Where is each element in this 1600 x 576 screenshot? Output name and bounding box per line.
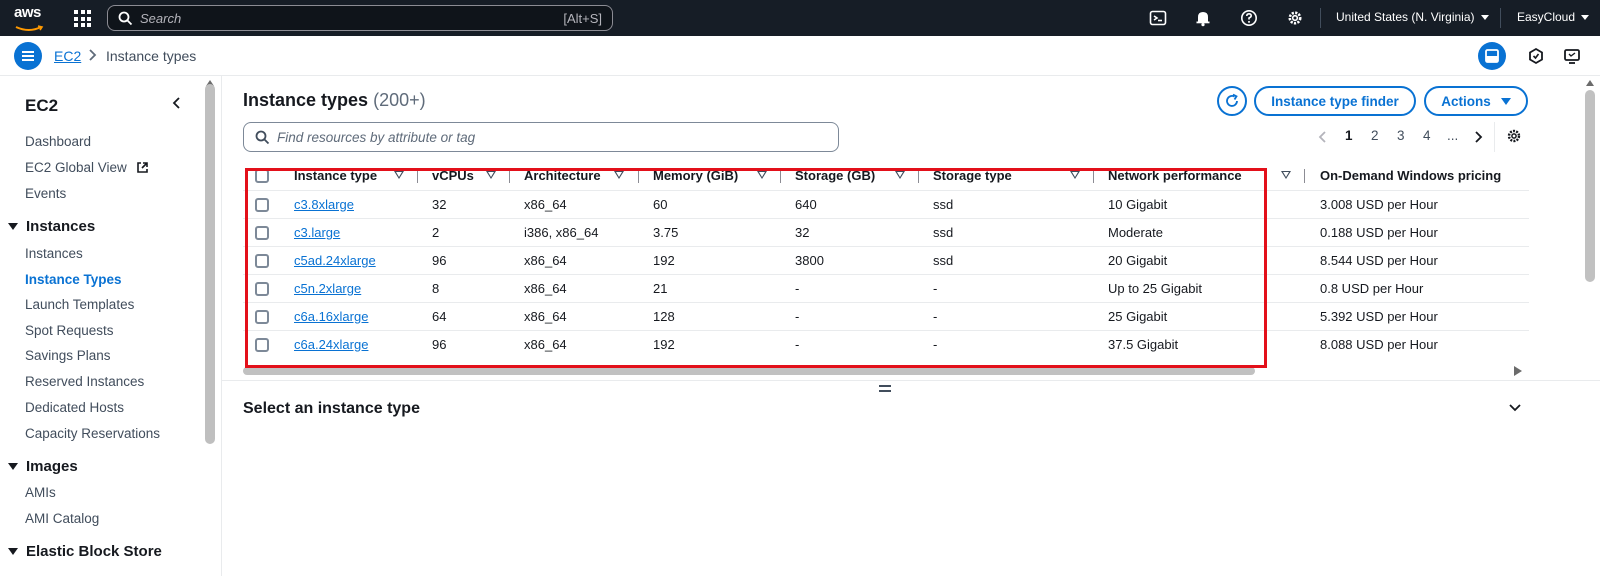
- topbar-divider: [1320, 8, 1321, 28]
- top-navigation-bar: aws Search [Alt+S] United States (N. Vir…: [0, 0, 1600, 36]
- page-ellipsis: ...: [1447, 128, 1459, 143]
- split-panel-icon: [1485, 49, 1499, 63]
- cell-pricing: 0.188 USD per Hour: [1320, 225, 1438, 240]
- sidebar-item-savings-plans[interactable]: Savings Plans: [25, 348, 111, 363]
- split-panel-resize-handle[interactable]: [879, 385, 891, 393]
- page-1[interactable]: 1: [1345, 128, 1353, 143]
- sidebar-scrollbar[interactable]: [205, 84, 215, 444]
- actions-label: Actions: [1441, 93, 1491, 109]
- sidebar-close-icon[interactable]: [170, 96, 184, 110]
- page-title: Instance types (200+): [243, 90, 426, 111]
- aws-smile-icon: [15, 25, 44, 31]
- region-selector[interactable]: United States (N. Virginia): [1336, 10, 1489, 24]
- table-horizontal-scrollbar[interactable]: [243, 367, 1255, 375]
- aws-logo-text: aws: [14, 4, 41, 21]
- page-scroll-up-arrow[interactable]: [1586, 80, 1594, 86]
- topbar-divider: [1500, 8, 1501, 28]
- sidebar-section-label: Instances: [26, 218, 96, 235]
- chevron-down-icon[interactable]: [1508, 402, 1522, 414]
- main-content: Instance types (200+) Instance type find…: [222, 76, 1600, 576]
- filter-placeholder: Find resources by attribute or tag: [277, 130, 476, 145]
- side-navigation: EC2 Dashboard EC2 Global View Events Ins…: [0, 76, 222, 576]
- column-header-on-demand-windows-pricing[interactable]: On-Demand Windows pricing: [1320, 164, 1501, 188]
- global-search-input[interactable]: Search [Alt+S]: [107, 5, 613, 31]
- search-shortcut: [Alt+S]: [563, 11, 602, 26]
- settings-gear-icon[interactable]: [1286, 9, 1304, 27]
- external-link-icon: [136, 162, 148, 173]
- split-panel-divider: [222, 380, 1600, 381]
- caret-down-icon: [1581, 15, 1590, 21]
- sidebar-section-instances[interactable]: Instances: [8, 218, 95, 235]
- split-panel-toggle-button[interactable]: [1478, 42, 1506, 70]
- next-page-icon[interactable]: [1473, 130, 1483, 144]
- pagination-divider: [1494, 122, 1495, 152]
- services-grid-icon[interactable]: [74, 10, 91, 27]
- sidebar-item-reserved-instances[interactable]: Reserved Instances: [25, 374, 144, 389]
- account-menu[interactable]: EasyCloud: [1517, 10, 1590, 24]
- column-resizer[interactable]: [1304, 169, 1305, 183]
- sidebar-item-dashboard[interactable]: Dashboard: [25, 134, 91, 149]
- sidebar-item-ami-catalog[interactable]: AMI Catalog: [25, 511, 99, 526]
- search-icon: [118, 11, 133, 26]
- horizontal-scroll-right-arrow[interactable]: [1514, 366, 1522, 376]
- instance-type-finder-button[interactable]: Instance type finder: [1254, 86, 1416, 116]
- cloudshell-icon[interactable]: [1149, 9, 1167, 27]
- highlight-box: [245, 168, 1267, 368]
- page-3[interactable]: 3: [1397, 128, 1405, 143]
- resource-count: (200+): [373, 90, 426, 110]
- sidebar-item-amis[interactable]: AMIs: [25, 485, 56, 500]
- cell-pricing: 8.088 USD per Hour: [1320, 337, 1438, 352]
- help-icon[interactable]: [1240, 9, 1258, 27]
- sidebar-section-label: Images: [26, 458, 78, 475]
- refresh-icon: [1226, 93, 1238, 107]
- page-vertical-scrollbar[interactable]: [1585, 90, 1595, 282]
- sidebar-title[interactable]: EC2: [25, 96, 58, 116]
- sidebar-item-global-view[interactable]: EC2 Global View: [25, 160, 149, 175]
- sidebar-item-capacity-reservations[interactable]: Capacity Reservations: [25, 426, 160, 441]
- page-title-text: Instance types: [243, 90, 369, 110]
- account-label: EasyCloud: [1517, 10, 1576, 24]
- caret-down-icon: [1480, 15, 1489, 21]
- feedback-monitor-icon[interactable]: [1558, 42, 1586, 70]
- previous-page-icon[interactable]: [1318, 130, 1328, 144]
- region-label: United States (N. Virginia): [1336, 10, 1475, 24]
- table-preferences-gear-icon[interactable]: [1506, 128, 1522, 144]
- sidebar-item-dedicated-hosts[interactable]: Dedicated Hosts: [25, 400, 124, 415]
- refresh-button[interactable]: [1217, 86, 1247, 116]
- cell-pricing: 3.008 USD per Hour: [1320, 197, 1438, 212]
- caret-down-icon: [8, 223, 18, 230]
- cell-pricing: 0.8 USD per Hour: [1320, 281, 1424, 296]
- breadcrumb-bar: EC2 Instance types: [0, 36, 1600, 76]
- actions-dropdown-button[interactable]: Actions: [1424, 86, 1528, 116]
- resource-filter-input[interactable]: Find resources by attribute or tag: [243, 122, 839, 152]
- sidebar-item-instance-types[interactable]: Instance Types: [25, 272, 122, 287]
- search-placeholder: Search: [140, 11, 182, 26]
- sidebar-item-label: EC2 Global View: [25, 160, 127, 175]
- search-icon: [255, 130, 270, 145]
- breadcrumb-current: Instance types: [106, 48, 197, 64]
- sidebar-section-label: Elastic Block Store: [26, 543, 162, 560]
- split-panel-title: Select an instance type: [243, 400, 420, 417]
- caret-down-icon: [1500, 97, 1511, 105]
- navigation-menu-button[interactable]: [14, 42, 42, 70]
- notifications-bell-icon[interactable]: [1194, 9, 1212, 27]
- caret-down-icon: [8, 548, 18, 555]
- cell-pricing: 8.544 USD per Hour: [1320, 253, 1438, 268]
- sidebar-item-events[interactable]: Events: [25, 186, 66, 201]
- page-2[interactable]: 2: [1371, 128, 1379, 143]
- sidebar-item-spot-requests[interactable]: Spot Requests: [25, 323, 114, 338]
- cell-pricing: 5.392 USD per Hour: [1320, 309, 1438, 324]
- sidebar-section-elastic-block-store[interactable]: Elastic Block Store: [8, 543, 162, 560]
- tools-hexagon-icon[interactable]: [1522, 42, 1550, 70]
- sidebar-item-launch-templates[interactable]: Launch Templates: [25, 297, 134, 312]
- column-filter-icon[interactable]: [1281, 171, 1291, 179]
- breadcrumb-ec2-link[interactable]: EC2: [54, 48, 81, 64]
- sidebar-section-images[interactable]: Images: [8, 458, 78, 475]
- aws-logo[interactable]: aws: [14, 5, 48, 31]
- sidebar-item-instances[interactable]: Instances: [25, 246, 83, 261]
- caret-down-icon: [8, 463, 18, 470]
- page-4[interactable]: 4: [1423, 128, 1431, 143]
- chevron-right-icon: [89, 49, 97, 61]
